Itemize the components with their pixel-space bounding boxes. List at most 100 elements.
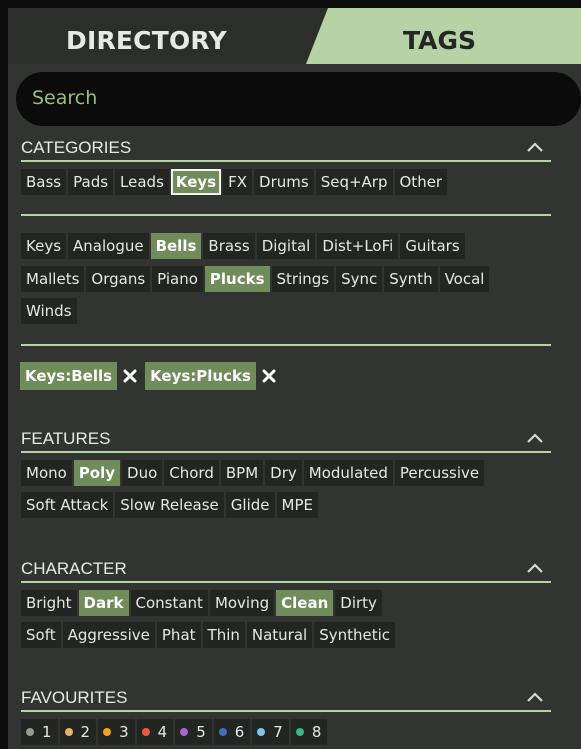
active-filter-chip: Keys:Bells: [20, 362, 118, 390]
remove-filter-icon[interactable]: [119, 362, 141, 390]
tab-bar: DIRECTORY TAGS: [8, 8, 581, 66]
favourite-2-button[interactable]: 2: [59, 719, 97, 745]
category-tag-other[interactable]: Other: [394, 169, 448, 195]
subcategory-tag-mallets[interactable]: Mallets: [21, 266, 85, 292]
subcategory-tag-guitars[interactable]: Guitars: [400, 233, 465, 259]
feature-tag-bpm[interactable]: BPM: [220, 460, 264, 486]
subcategory-tag-synth[interactable]: Synth: [384, 266, 438, 292]
feature-tag-poly[interactable]: Poly: [73, 460, 121, 486]
category-tag-pads[interactable]: Pads: [68, 169, 114, 195]
subcategory-tag-brass[interactable]: Brass: [203, 233, 255, 259]
favourites-row: 1 2 3 4 5 6 7 8: [21, 719, 328, 745]
search-input[interactable]: Search: [16, 72, 581, 126]
feature-tag-percussive[interactable]: Percussive: [394, 460, 485, 486]
subcategory-tag-strings[interactable]: Strings: [271, 266, 335, 292]
character-tag-natural[interactable]: Natural: [246, 622, 313, 648]
category-tag-drums[interactable]: Drums: [254, 169, 314, 195]
subcategory-tag-plucks[interactable]: Plucks: [204, 266, 270, 292]
category-tag-fx[interactable]: FX: [223, 169, 253, 195]
favourites-divider: [21, 710, 551, 712]
feature-tag-chord[interactable]: Chord: [164, 460, 219, 486]
features-title: FEATURES: [21, 429, 111, 448]
features-collapse-icon[interactable]: [526, 432, 544, 444]
character-tag-constant[interactable]: Constant: [130, 590, 208, 616]
category-tag-bass[interactable]: Bass: [21, 169, 67, 195]
feature-tag-glide[interactable]: Glide: [225, 492, 275, 518]
favourite-color-dot-icon: [180, 728, 189, 736]
favourite-4-button[interactable]: 4: [136, 719, 174, 745]
active-filters: Keys:Bells Keys:Plucks: [20, 362, 284, 390]
character-tag-thin[interactable]: Thin: [202, 622, 245, 648]
favourite-label: 4: [157, 723, 168, 741]
category-tag-leads[interactable]: Leads: [115, 169, 169, 195]
subcategory-tag-row: Mallets Organs Piano Plucks Strings Sync Synth…: [21, 266, 490, 292]
character-tag-row: Soft Aggressive Phat Thin Natural Synthetic: [21, 622, 396, 648]
subcategory-tag-digital[interactable]: Digital: [256, 233, 316, 259]
subcategory-tag-piano[interactable]: Piano: [152, 266, 203, 292]
category-tag-seq-arp[interactable]: Seq+Arp: [315, 169, 393, 195]
tab-tags-shape: [306, 8, 581, 64]
feature-tag-soft-attack[interactable]: Soft Attack: [21, 492, 114, 518]
subcategory-tag-sync[interactable]: Sync: [336, 266, 383, 292]
favourite-label: 1: [42, 723, 52, 741]
subcategory-tag-row: Keys Analogue Bells Brass Digital Dist+LoFi Gu…: [21, 233, 465, 259]
character-title: CHARACTER: [21, 559, 127, 578]
character-tag-aggressive[interactable]: Aggressive: [62, 622, 155, 648]
favourite-label: 3: [119, 723, 129, 741]
character-tag-moving[interactable]: Moving: [209, 590, 275, 616]
character-tag-soft[interactable]: Soft: [21, 622, 61, 648]
feature-tag-modulated[interactable]: Modulated: [303, 460, 393, 486]
character-tag-clean[interactable]: Clean: [276, 590, 334, 616]
categories-collapse-icon[interactable]: [526, 141, 544, 153]
favourite-3-button[interactable]: 3: [98, 719, 135, 745]
active-filter-chip: Keys:Plucks: [145, 362, 256, 390]
character-divider: [21, 581, 551, 583]
favourite-5-button[interactable]: 5: [175, 719, 212, 745]
character-collapse-icon[interactable]: [526, 562, 544, 574]
subcategory-divider-bottom: [21, 344, 551, 346]
favourite-label: 8: [311, 723, 322, 741]
subcategory-divider-top: [21, 214, 551, 216]
character-tag-dark[interactable]: Dark: [78, 590, 129, 616]
tab-tags-label: TAGS: [403, 26, 476, 55]
favourite-6-button[interactable]: 6: [213, 719, 251, 745]
category-tag-keys[interactable]: Keys: [170, 169, 222, 195]
favourite-color-dot-icon: [141, 728, 150, 736]
character-tag-synthetic[interactable]: Synthetic: [314, 622, 396, 648]
favourite-7-button[interactable]: 7: [252, 719, 289, 745]
subcategory-tag-row: Winds: [21, 298, 77, 324]
favourite-color-dot-icon: [103, 728, 112, 736]
character-tag-bright[interactable]: Bright: [21, 590, 77, 616]
favourite-1-button[interactable]: 1: [21, 719, 58, 745]
categories-divider: [21, 160, 551, 162]
remove-filter-icon[interactable]: [258, 362, 280, 390]
character-tag-dirty[interactable]: Dirty: [335, 590, 382, 616]
feature-tag-mpe[interactable]: MPE: [276, 492, 318, 518]
favourite-color-dot-icon: [218, 728, 227, 736]
favourites-collapse-icon[interactable]: [526, 691, 544, 703]
feature-tag-slow-release[interactable]: Slow Release: [115, 492, 224, 518]
favourite-label: 7: [273, 723, 283, 741]
subcategory-tag-vocal[interactable]: Vocal: [439, 266, 490, 292]
feature-tag-duo[interactable]: Duo: [122, 460, 163, 486]
subcategory-tag-keys[interactable]: Keys: [21, 233, 67, 259]
features-tag-row: Soft Attack Slow Release Glide MPE: [21, 492, 318, 518]
subcategory-tag-bells[interactable]: Bells: [150, 233, 202, 259]
browser-panel: DIRECTORY TAGS Search CATEGORIES Bass Pad…: [8, 8, 581, 749]
features-tag-row: Mono Poly Duo Chord BPM Dry Modulated Percussiv…: [21, 460, 485, 486]
favourite-8-button[interactable]: 8: [290, 719, 328, 745]
categories-tag-row: Bass Pads Leads Keys FX Drums Seq+Arp Other: [21, 169, 448, 195]
subcategory-tag-winds[interactable]: Winds: [21, 298, 77, 324]
feature-tag-mono[interactable]: Mono: [21, 460, 72, 486]
features-divider: [21, 451, 551, 453]
character-tag-phat[interactable]: Phat: [156, 622, 201, 648]
favourite-color-dot-icon: [26, 728, 34, 736]
favourite-label: 6: [234, 723, 245, 741]
subcategory-tag-analogue[interactable]: Analogue: [68, 233, 149, 259]
favourite-label: 2: [80, 723, 91, 741]
tab-tags[interactable]: TAGS: [8, 8, 581, 64]
favourite-color-dot-icon: [64, 728, 73, 736]
subcategory-tag-organs[interactable]: Organs: [86, 266, 151, 292]
subcategory-tag-dist-lofi[interactable]: Dist+LoFi: [317, 233, 399, 259]
feature-tag-dry[interactable]: Dry: [265, 460, 302, 486]
